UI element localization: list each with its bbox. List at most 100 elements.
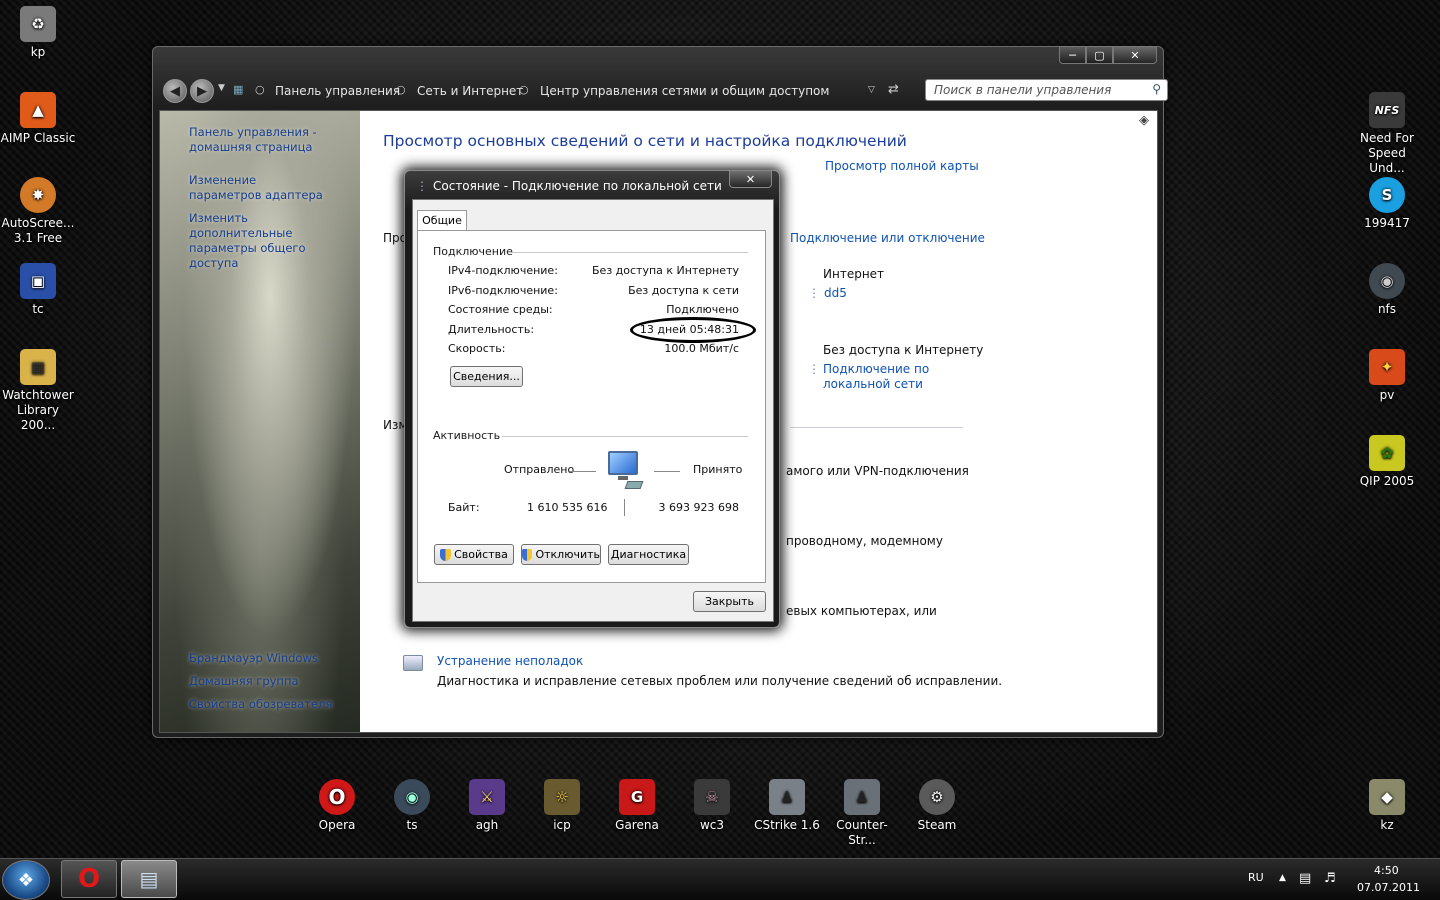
desktop-icon-pv[interactable]: ✦ pv [1349, 349, 1425, 403]
clock-time[interactable]: 4:50 [1374, 864, 1399, 877]
troubleshoot-description: Диагностика и исправление сетевых пробле… [437, 674, 1003, 688]
maximize-button[interactable]: ▢ [1086, 46, 1113, 64]
network-dd5-link[interactable]: ⋮ dd5 [808, 286, 847, 301]
sidebar-link-adapter-settings[interactable]: Изменение параметров адаптера [189, 173, 329, 203]
desktop-icon-aimp[interactable]: ▲ AIMP Classic [0, 92, 76, 146]
sidebar-link-home[interactable]: Панель управления - домашняя страница [189, 125, 339, 155]
film-reel-icon: ✸ [20, 177, 56, 213]
diagnose-button[interactable]: Диагностика [608, 544, 689, 565]
group-divider [508, 252, 748, 253]
show-hidden-icons[interactable]: ▲ [1279, 873, 1286, 883]
connection-status-dialog: ⋮ Состояние - Подключение по локальной с… [404, 170, 780, 628]
sidebar-link-internet-options[interactable]: Свойства обозревателя [189, 697, 332, 712]
kz-icon: ◆ [1369, 779, 1405, 815]
sidebar-link-homegroup[interactable]: Домашняя группа [189, 674, 299, 689]
desktop-icon-steam[interactable]: ⚙ Steam [899, 779, 975, 833]
ipv6-label: IPv6-подключение: [448, 284, 558, 297]
desktop-icon-label: Watchtower Library 200... [2, 388, 74, 432]
breadcrumb-control-panel[interactable]: Панель управления [275, 84, 400, 98]
clock-date[interactable]: 07.07.2011 [1357, 881, 1420, 894]
disable-button[interactable]: Отключить [521, 544, 601, 565]
lan-connection-link[interactable]: Подключение по локальной сети [823, 362, 938, 392]
speed-value: 100.0 Мбит/с [664, 342, 739, 355]
breadcrumb-separator-icon[interactable]: ○ [519, 83, 529, 96]
breadcrumb-network-internet[interactable]: Сеть и Интернет [417, 84, 523, 98]
desktop-icon-label: agh [475, 818, 499, 832]
watchtower-icon: ▦ [20, 349, 56, 385]
breadcrumb-separator-icon[interactable]: ○ [255, 83, 265, 96]
start-button[interactable]: ❖ [2, 860, 50, 900]
minimize-button[interactable]: ─ [1059, 46, 1086, 64]
qip-icon: ✿ [1369, 435, 1405, 471]
desktop-icon-label: Garena [615, 818, 659, 832]
desktop-icon-counter-strike[interactable]: ♟ Counter-Str... [824, 779, 900, 848]
sidebar-link-firewall[interactable]: Брандмауэр Windows [189, 651, 318, 666]
forward-button[interactable]: ▶ [190, 79, 214, 103]
wired-task-text: проводному, модемному [786, 534, 943, 548]
desktop-icon-tc[interactable]: ▣ tc [0, 263, 76, 317]
connect-disconnect-link[interactable]: Подключение или отключение [790, 231, 985, 246]
section-divider [790, 427, 963, 428]
details-button[interactable]: Сведения... [450, 366, 523, 387]
desktop-icon-watchtower[interactable]: ▦ Watchtower Library 200... [0, 349, 76, 433]
taskbar-network-center[interactable]: ▤ [121, 860, 177, 898]
desktop-icon-ts[interactable]: ◉ ts [374, 779, 450, 833]
desktop-icon-qip[interactable]: ✿ QIP 2005 [1349, 435, 1425, 489]
disable-button-label: Отключить [535, 548, 600, 561]
desktop-icon-need-for-speed[interactable]: NFS Need For Speed Und... [1349, 92, 1425, 176]
desktop-icon-agh[interactable]: ⚔ agh [449, 779, 525, 833]
received-label: Принято [693, 463, 743, 476]
refresh-icon[interactable]: ⇄ [888, 82, 899, 97]
recent-pages-dropdown-icon[interactable]: ▼ [218, 83, 225, 93]
full-map-link[interactable]: Просмотр полной карты [825, 159, 979, 174]
sidebar-link-sharing-settings[interactable]: Изменить дополнительные параметры общего… [189, 211, 354, 271]
desktop-icon-label: Steam [917, 818, 957, 832]
nfs-icon: NFS [1369, 92, 1405, 128]
desktop-icon-opera[interactable]: O Opera [299, 779, 375, 833]
bytes-received-value: 3 693 923 698 [658, 501, 739, 514]
troubleshoot-link[interactable]: Устранение неполадок [437, 654, 583, 669]
computers-task-text: евых компьютерах, или [786, 604, 937, 618]
counter-strike-icon: ♟ [844, 779, 880, 815]
network-computers-icon [604, 451, 644, 495]
warcraft3-icon: ☠ [694, 779, 730, 815]
desktop-icon-nfs[interactable]: ◉ nfs [1349, 263, 1425, 317]
desktop-icon-icp[interactable]: ☼ icp [524, 779, 600, 833]
desktop-icon-kz[interactable]: ◆ kz [1349, 779, 1425, 833]
skype-icon: S [1369, 177, 1405, 213]
breadcrumb-network-sharing-center[interactable]: Центр управления сетями и общим доступом [540, 84, 829, 98]
help-icon[interactable]: ◈ [1139, 113, 1149, 128]
language-indicator[interactable]: RU [1248, 871, 1264, 884]
windows-logo-icon: ❖ [17, 869, 35, 891]
taskbar-opera[interactable]: O [61, 860, 117, 898]
volume-icon[interactable]: ♬ [1324, 871, 1336, 886]
desktop-icon-garena[interactable]: G Garena [599, 779, 675, 833]
pv-icon: ✦ [1369, 349, 1405, 385]
search-input[interactable]: Поиск в панели управления ⚲ [925, 79, 1168, 101]
sidebar: Панель управления - домашняя страница Из… [160, 111, 360, 732]
desktop-icon-label: kp [30, 45, 46, 59]
desktop-icon-wc3[interactable]: ☠ wc3 [674, 779, 750, 833]
desktop-icon-skype[interactable]: S 199417 [1349, 177, 1425, 231]
tab-general[interactable]: Общие [417, 210, 467, 231]
address-dropdown-icon[interactable]: ▽ [868, 85, 875, 95]
dialog-close-icon[interactable]: ✕ [729, 170, 772, 188]
vpn-task-text: амого или VPN-подключения [786, 464, 969, 478]
media-state-value: Подключено [666, 303, 739, 316]
desktop-icon-autoscreen[interactable]: ✸ AutoScree... 3.1 Free [0, 177, 76, 246]
breadcrumb-separator-icon[interactable]: ○ [396, 83, 406, 96]
window-caption-buttons: ─ ▢ ✕ [1059, 46, 1157, 64]
network-tray-icon[interactable]: ▤ [1299, 871, 1311, 886]
teamspeak-icon: ◉ [394, 779, 430, 815]
search-icon[interactable]: ⚲ [1152, 82, 1161, 96]
close-dialog-button[interactable]: Закрыть [693, 591, 766, 612]
activity-group-label: Активность [433, 429, 501, 442]
desktop-icon-label: AutoScree... 3.1 Free [1, 216, 75, 245]
bench-icon: ⋮ [808, 286, 820, 300]
desktop-icon-kp[interactable]: ♻ kp [0, 6, 76, 60]
dialog-network-icon: ⋮ [416, 179, 428, 193]
close-button[interactable]: ✕ [1113, 46, 1157, 64]
properties-button[interactable]: Свойства [434, 544, 514, 565]
back-button[interactable]: ◀ [163, 79, 187, 103]
desktop-icon-cstrike[interactable]: ♟ CStrike 1.6 [749, 779, 825, 833]
